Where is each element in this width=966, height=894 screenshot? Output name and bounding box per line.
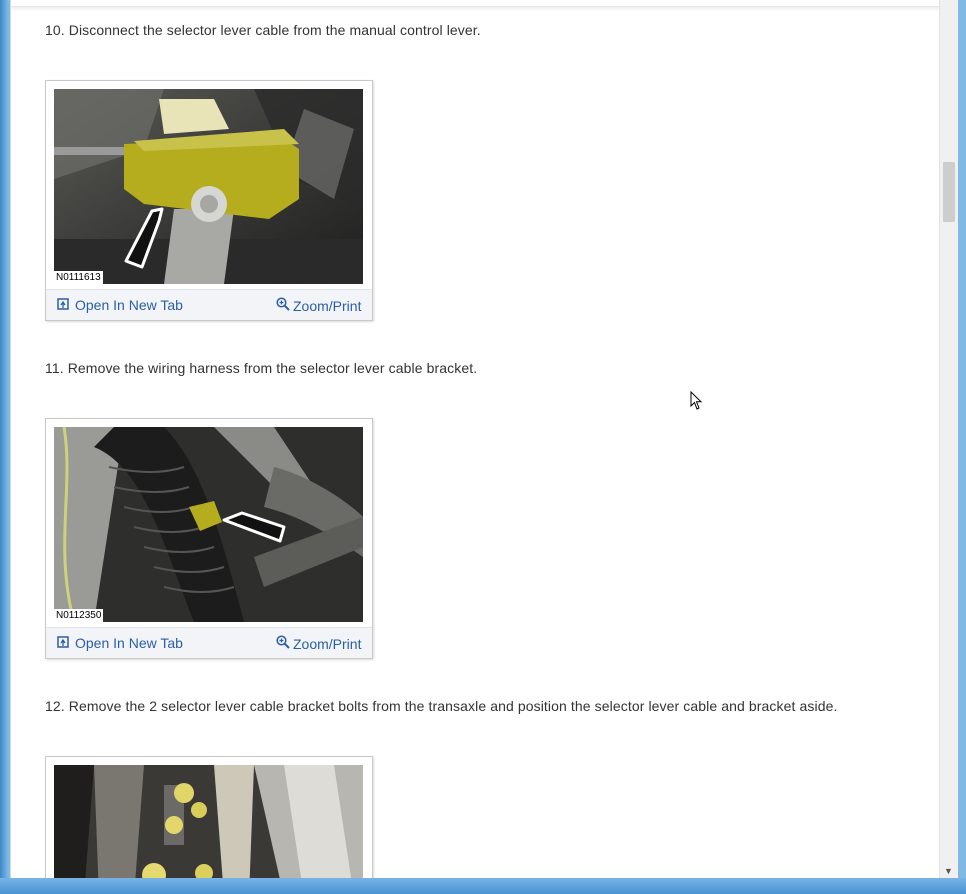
- vertical-scrollbar[interactable]: ▼: [939, 0, 958, 878]
- scroll-down-icon[interactable]: ▼: [944, 866, 953, 876]
- zoom-print-link[interactable]: Zoom/Print: [276, 297, 361, 314]
- zoom-print-link[interactable]: Zoom/Print: [276, 635, 361, 652]
- figure-image-step-12[interactable]: [54, 765, 363, 878]
- selector-lever-cable-bracket-photo: [54, 765, 363, 878]
- open-in-new-tab-link[interactable]: Open In New Tab: [57, 297, 183, 313]
- zoom-in-icon: [276, 297, 290, 314]
- step-10-text: 10. Disconnect the selector lever cable …: [45, 22, 481, 38]
- figure-image-step-11[interactable]: N0112350: [54, 427, 363, 622]
- figure-image-step-10[interactable]: N0111613: [54, 89, 363, 284]
- manual-control-lever-photo: [54, 89, 363, 284]
- window-bottom-border: [0, 878, 966, 894]
- open-in-new-tab-label: Open In New Tab: [75, 297, 183, 313]
- open-new-tab-icon: [57, 297, 69, 313]
- figure-step-12: [45, 756, 373, 878]
- wiring-harness-photo: [54, 427, 363, 622]
- figure-step-11: N0112350 Open In New Tab Zoom/Print: [45, 418, 373, 659]
- figure-code-label: N0111613: [54, 271, 103, 284]
- step-12-text: 12. Remove the 2 selector lever cable br…: [45, 698, 838, 714]
- zoom-print-label: Zoom/Print: [293, 297, 362, 314]
- document-content: 10. Disconnect the selector lever cable …: [10, 0, 941, 878]
- figure-actions-bar: Open In New Tab Zoom/Print: [46, 627, 372, 658]
- mouse-cursor-icon: [690, 391, 703, 410]
- scrollbar-thumb[interactable]: [943, 162, 955, 222]
- figure-code-label: N0112350: [54, 609, 104, 622]
- step-11-text: 11. Remove the wiring harness from the s…: [45, 360, 478, 376]
- top-toolbar-edge: [11, 0, 941, 7]
- open-new-tab-icon: [57, 635, 69, 651]
- open-in-new-tab-label: Open In New Tab: [75, 635, 183, 651]
- figure-step-10: N0111613 Open In New Tab Zoom/Print: [45, 80, 373, 321]
- zoom-print-label: Zoom/Print: [293, 635, 362, 652]
- open-in-new-tab-link[interactable]: Open In New Tab: [57, 635, 183, 651]
- zoom-in-icon: [276, 635, 290, 652]
- figure-actions-bar: Open In New Tab Zoom/Print: [46, 289, 372, 320]
